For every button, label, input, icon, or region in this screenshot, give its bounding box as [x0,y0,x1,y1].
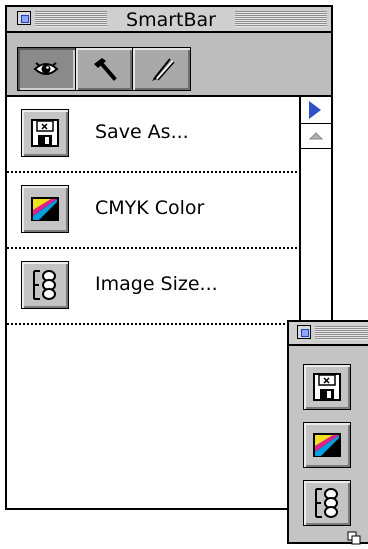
list-item-label: Image Size... [95,273,218,295]
toolbar [7,33,331,97]
mini-close-box[interactable] [297,325,311,339]
close-box[interactable] [17,11,31,25]
image-size-icon [33,270,56,300]
scroll-up-arrow[interactable] [301,123,331,149]
brush-icon [151,58,175,81]
mini-smartbar-palette [287,320,368,545]
command-list: Save As... CMYK Color Image Size... [7,97,297,508]
mini-save-as-button[interactable] [303,364,351,410]
list-item-cmyk-color[interactable]: CMYK Color [7,173,297,249]
image-size-button[interactable] [21,261,69,309]
title-stripes-left [35,11,107,27]
eye-icon [33,62,59,75]
image-size-icon [315,488,338,518]
scroll-up-arrow-icon [309,132,323,140]
window-title: SmartBar [111,9,231,31]
mini-cmyk-color-button[interactable] [303,422,351,468]
cmyk-color-icon [31,197,59,221]
title-bar[interactable]: SmartBar [7,7,331,33]
smartbar-window: SmartBar Save As... CMYK Color Image Siz… [5,5,333,510]
floppy-disk-icon [31,119,59,147]
grow-box-icon [347,531,361,545]
palette-menu-triangle-icon[interactable] [309,101,321,119]
floppy-disk-icon [313,373,341,401]
cmyk-color-button[interactable] [21,185,69,233]
list-item-label: CMYK Color [95,197,205,219]
mini-title-stripes [315,326,368,340]
title-stripes-right [235,11,327,27]
view-tool-button[interactable] [18,48,76,90]
save-as-button[interactable] [21,109,69,157]
list-item-image-size[interactable]: Image Size... [7,249,297,325]
list-item-label: Save As... [95,121,189,143]
mini-image-size-button[interactable] [303,480,351,526]
list-item-save-as[interactable]: Save As... [7,97,297,173]
customize-tool-button[interactable] [133,48,191,90]
cmyk-color-icon [313,433,341,457]
resize-grow-box[interactable] [347,530,361,545]
tool-group [17,47,191,91]
mini-title-bar[interactable] [289,322,368,346]
edit-tool-button[interactable] [75,48,134,90]
hammer-icon [94,58,117,81]
